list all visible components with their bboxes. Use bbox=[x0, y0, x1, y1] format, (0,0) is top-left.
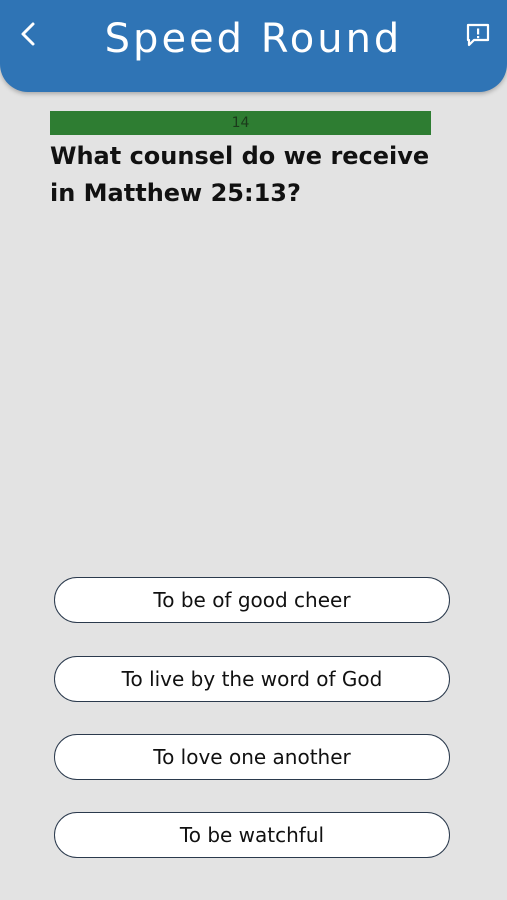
question-text: What counsel do we receive in Matthew 25… bbox=[50, 142, 430, 207]
answer-option-4[interactable]: To be watchful bbox=[54, 812, 450, 858]
answer-option-3[interactable]: To love one another bbox=[54, 734, 450, 780]
app-header: Speed Round bbox=[0, 0, 507, 92]
page-title: Speed Round bbox=[104, 16, 403, 62]
chevron-left-icon bbox=[21, 22, 35, 46]
back-button[interactable] bbox=[10, 14, 46, 54]
report-button[interactable] bbox=[463, 20, 493, 50]
answer-option-2[interactable]: To live by the word of God bbox=[54, 656, 450, 702]
timer-value: 14 bbox=[231, 115, 250, 131]
answer-option-1[interactable]: To be of good cheer bbox=[54, 577, 450, 623]
timer-bar: 14 bbox=[50, 111, 431, 135]
report-feedback-icon bbox=[466, 23, 490, 47]
